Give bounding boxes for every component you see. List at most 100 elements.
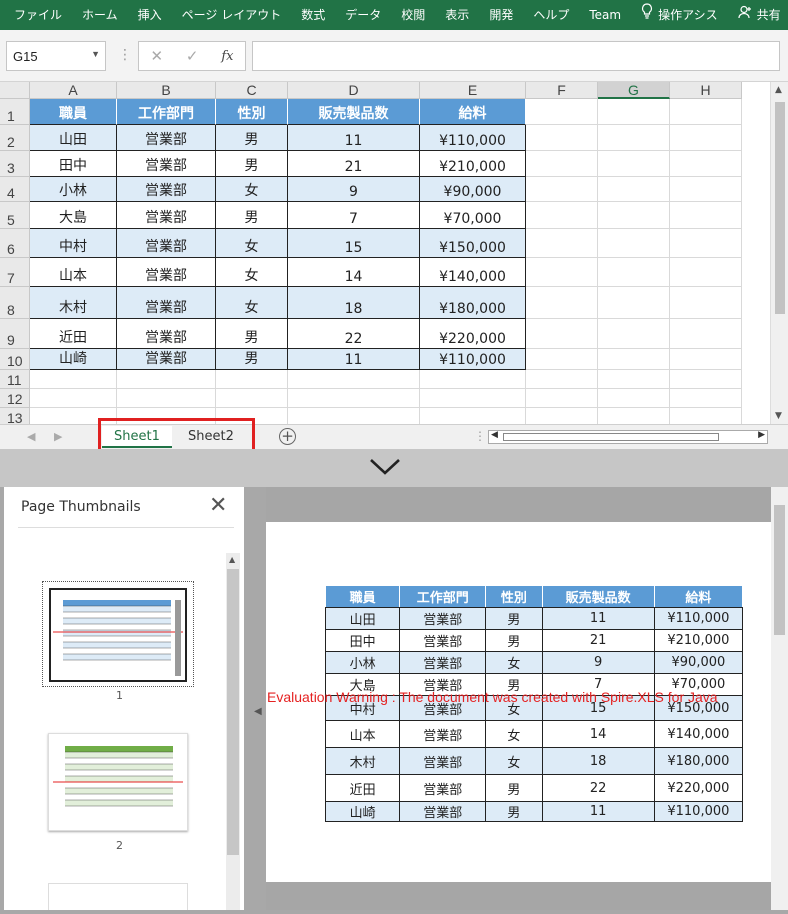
share-button[interactable]: 共有 bbox=[728, 0, 788, 30]
table-cell[interactable]: 21 bbox=[288, 151, 420, 177]
table-cell[interactable]: 18 bbox=[288, 287, 420, 319]
preview-scroll-thumb[interactable] bbox=[774, 505, 785, 635]
empty-cell[interactable] bbox=[526, 177, 598, 202]
table-cell[interactable]: 9 bbox=[288, 177, 420, 202]
ribbon-tab-5[interactable]: データ bbox=[335, 0, 391, 30]
insert-function-icon[interactable]: fx bbox=[221, 49, 233, 64]
next-sheet-icon[interactable]: ▶ bbox=[54, 430, 62, 443]
formula-input[interactable] bbox=[252, 41, 780, 71]
table-cell[interactable]: 女 bbox=[216, 287, 288, 319]
table-cell[interactable]: ¥140,000 bbox=[420, 258, 526, 287]
empty-cell[interactable] bbox=[670, 177, 742, 202]
ribbon-tab-10[interactable]: Team bbox=[579, 0, 631, 30]
empty-cell[interactable] bbox=[598, 287, 670, 319]
table-cell[interactable]: 営業部 bbox=[117, 202, 216, 229]
table-cell[interactable]: ¥210,000 bbox=[420, 151, 526, 177]
table-cell[interactable]: 営業部 bbox=[117, 177, 216, 202]
table-cell[interactable]: 営業部 bbox=[117, 319, 216, 349]
ribbon-tab-9[interactable]: ヘルプ bbox=[523, 0, 579, 30]
column-header-h[interactable]: H bbox=[670, 82, 742, 99]
table-cell[interactable]: 15 bbox=[288, 229, 420, 258]
empty-cell[interactable] bbox=[526, 287, 598, 319]
empty-cell[interactable] bbox=[526, 349, 598, 370]
chevron-down-icon[interactable]: ▼ bbox=[91, 49, 100, 59]
empty-cell[interactable] bbox=[598, 349, 670, 370]
column-header-b[interactable]: B bbox=[117, 82, 216, 99]
table-cell[interactable]: 田中 bbox=[30, 151, 117, 177]
table-cell[interactable]: 営業部 bbox=[117, 258, 216, 287]
empty-cell[interactable] bbox=[598, 389, 670, 408]
name-box[interactable]: G15 ▼ bbox=[6, 41, 106, 71]
empty-cell[interactable] bbox=[670, 99, 742, 125]
empty-cell[interactable] bbox=[670, 319, 742, 349]
enter-icon[interactable]: ✓ bbox=[186, 47, 199, 65]
table-cell[interactable]: ¥110,000 bbox=[420, 349, 526, 370]
empty-cell[interactable] bbox=[598, 125, 670, 151]
empty-cell[interactable] bbox=[670, 389, 742, 408]
table-cell[interactable]: 11 bbox=[288, 125, 420, 151]
column-header-c[interactable]: C bbox=[216, 82, 288, 99]
empty-cell[interactable] bbox=[526, 99, 598, 125]
ribbon-tab-4[interactable]: 数式 bbox=[291, 0, 335, 30]
empty-cell[interactable] bbox=[526, 125, 598, 151]
empty-cell[interactable] bbox=[526, 151, 598, 177]
table-cell[interactable]: 山田 bbox=[30, 125, 117, 151]
table-cell[interactable]: 大島 bbox=[30, 202, 117, 229]
hscroll-thumb[interactable] bbox=[503, 433, 719, 441]
ribbon-tab-0[interactable]: ファイル bbox=[0, 0, 72, 30]
ribbon-tab-6[interactable]: 校閲 bbox=[391, 0, 435, 30]
empty-cell[interactable] bbox=[420, 408, 526, 424]
empty-cell[interactable] bbox=[598, 370, 670, 389]
empty-cell[interactable] bbox=[670, 229, 742, 258]
close-icon[interactable]: ✕ bbox=[209, 493, 227, 518]
row-header-8[interactable]: 8 bbox=[0, 287, 30, 319]
collapse-panel-icon[interactable]: ◀ bbox=[254, 706, 262, 717]
tell-me-box[interactable]: 操作アシス bbox=[631, 0, 728, 30]
column-header-e[interactable]: E bbox=[420, 82, 526, 99]
table-cell[interactable]: 女 bbox=[216, 258, 288, 287]
table-cell[interactable]: 男 bbox=[216, 125, 288, 151]
empty-cell[interactable] bbox=[30, 370, 117, 389]
empty-cell[interactable] bbox=[288, 370, 420, 389]
preview-scrollbar[interactable] bbox=[771, 487, 788, 910]
tab-splitter-icon[interactable]: ⋮ bbox=[474, 429, 486, 443]
table-cell[interactable]: ¥70,000 bbox=[420, 202, 526, 229]
empty-cell[interactable] bbox=[598, 202, 670, 229]
empty-cell[interactable] bbox=[420, 370, 526, 389]
empty-cell[interactable] bbox=[526, 370, 598, 389]
empty-cell[interactable] bbox=[670, 202, 742, 229]
table-header-cell[interactable]: 販売製品数 bbox=[288, 99, 420, 125]
empty-cell[interactable] bbox=[598, 258, 670, 287]
page-thumbnail-3[interactable] bbox=[48, 883, 188, 910]
table-cell[interactable]: 11 bbox=[288, 349, 420, 370]
table-cell[interactable]: 女 bbox=[216, 229, 288, 258]
ribbon-tab-8[interactable]: 開発 bbox=[479, 0, 523, 30]
table-cell[interactable]: ¥150,000 bbox=[420, 229, 526, 258]
empty-cell[interactable] bbox=[670, 370, 742, 389]
empty-cell[interactable] bbox=[117, 389, 216, 408]
empty-cell[interactable] bbox=[30, 389, 117, 408]
empty-cell[interactable] bbox=[526, 202, 598, 229]
empty-cell[interactable] bbox=[670, 151, 742, 177]
scroll-up-icon[interactable]: ▲ bbox=[775, 85, 782, 95]
table-header-cell[interactable]: 工作部門 bbox=[117, 99, 216, 125]
row-header-5[interactable]: 5 bbox=[0, 202, 30, 229]
table-cell[interactable]: ¥220,000 bbox=[420, 319, 526, 349]
row-header-4[interactable]: 4 bbox=[0, 177, 30, 202]
table-cell[interactable]: 営業部 bbox=[117, 125, 216, 151]
table-cell[interactable]: 22 bbox=[288, 319, 420, 349]
row-header-1[interactable]: 1 bbox=[0, 99, 30, 125]
table-cell[interactable]: 山崎 bbox=[30, 349, 117, 370]
empty-cell[interactable] bbox=[670, 349, 742, 370]
table-cell[interactable]: 木村 bbox=[30, 287, 117, 319]
table-cell[interactable]: ¥180,000 bbox=[420, 287, 526, 319]
table-cell[interactable]: 男 bbox=[216, 349, 288, 370]
thumbnail-scrollbar[interactable]: ▲ bbox=[226, 553, 240, 910]
scroll-thumb[interactable] bbox=[775, 102, 785, 314]
table-header-cell[interactable]: 職員 bbox=[30, 99, 117, 125]
empty-cell[interactable] bbox=[526, 389, 598, 408]
row-header-10[interactable]: 10 bbox=[0, 349, 30, 370]
table-cell[interactable]: 14 bbox=[288, 258, 420, 287]
ribbon-tab-7[interactable]: 表示 bbox=[435, 0, 479, 30]
table-cell[interactable]: 男 bbox=[216, 319, 288, 349]
